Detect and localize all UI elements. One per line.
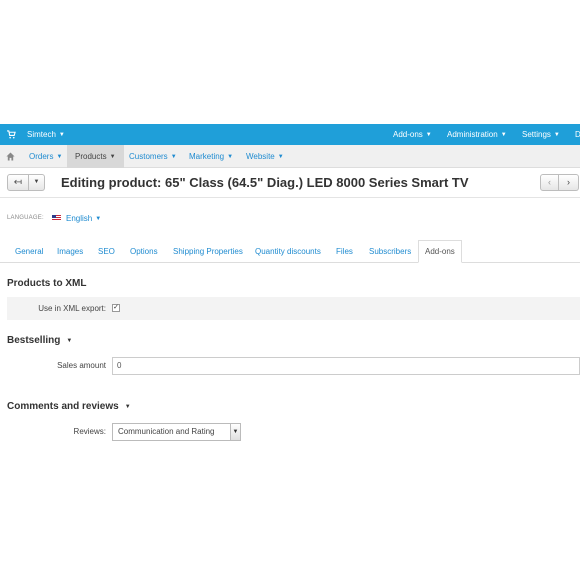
section-bestselling-title: Bestselling — [7, 335, 61, 346]
reviews-row: Reviews: Communication and Rating ▼ — [7, 423, 580, 446]
tab-files[interactable]: Files — [336, 240, 353, 263]
nav-label: Products — [75, 152, 107, 161]
tab-subscribers[interactable]: Subscribers — [369, 240, 411, 263]
nav-customers[interactable]: Customers ▼ — [129, 145, 177, 168]
tab-options[interactable]: Options — [130, 240, 158, 263]
nav-label: Marketing — [189, 152, 225, 161]
cart-icon[interactable] — [7, 130, 16, 139]
chevron-down-icon: ▼ — [227, 154, 234, 160]
nav-label: Customers — [129, 152, 168, 161]
home-icon[interactable] — [6, 152, 15, 161]
back-button[interactable]: ↤ — [7, 174, 29, 191]
chevron-right-icon: › — [567, 177, 570, 187]
menu-administration[interactable]: Administration ▼ — [447, 130, 507, 139]
tab-images[interactable]: Images — [57, 240, 83, 263]
tab-add-ons[interactable]: Add-ons — [418, 240, 462, 263]
chevron-down-icon: ▼ — [33, 179, 40, 185]
menu-label: D — [575, 130, 580, 139]
caret-down-icon: ▼ — [124, 404, 131, 410]
nav-marketing[interactable]: Marketing ▼ — [189, 145, 233, 168]
chevron-down-icon: ▼ — [425, 132, 432, 138]
section-bestselling-toggle[interactable]: Bestselling ▼ — [7, 335, 72, 346]
sales-amount-input[interactable]: 0 — [112, 357, 580, 375]
chevron-down-icon: ▼ — [230, 424, 240, 440]
xml-export-checkbox[interactable]: ✓ — [112, 304, 120, 312]
nav-label: Orders — [29, 152, 54, 161]
language-value: English — [66, 214, 93, 223]
section-products-to-xml-title: Products to XML — [7, 278, 87, 289]
next-product-button[interactable]: › — [559, 174, 579, 191]
chevron-down-icon: ▼ — [553, 132, 560, 138]
sales-amount-label: Sales amount — [57, 361, 106, 370]
arrow-left-icon: ↤ — [13, 177, 23, 188]
tab-general[interactable]: General — [15, 240, 43, 263]
menu-truncated[interactable]: D — [575, 130, 580, 139]
reviews-select[interactable]: Communication and Rating ▼ — [112, 423, 241, 441]
section-comments-toggle[interactable]: Comments and reviews ▼ — [7, 401, 131, 412]
top-bar: Simtech ▼ Add-ons ▼ Administration ▼ Settin… — [0, 124, 580, 145]
chevron-down-icon: ▼ — [56, 154, 63, 160]
product-tabs: General Images SEO Options Shipping Prop… — [0, 240, 580, 263]
sales-amount-row: Sales amount 0 — [7, 357, 580, 380]
xml-export-label: Use in XML export: — [38, 304, 106, 313]
nav-website[interactable]: Website ▼ — [246, 145, 284, 168]
reviews-label: Reviews: — [73, 427, 106, 436]
menu-add-ons[interactable]: Add-ons ▼ — [393, 130, 432, 139]
language-label: LANGUAGE: — [7, 215, 44, 221]
section-comments-title: Comments and reviews — [7, 401, 119, 412]
tab-quantity-discounts[interactable]: Quantity discounts — [255, 240, 321, 263]
caret-down-icon: ▼ — [66, 338, 73, 344]
chevron-left-icon: ‹ — [548, 177, 551, 187]
tab-shipping-properties[interactable]: Shipping Properties — [173, 240, 243, 263]
nav-label: Website — [246, 152, 275, 161]
chevron-down-icon: ▼ — [500, 132, 507, 138]
previous-product-button[interactable]: ‹ — [540, 174, 559, 191]
chevron-down-icon: ▼ — [109, 154, 116, 160]
store-selector[interactable]: Simtech ▼ — [27, 130, 65, 139]
store-name: Simtech — [27, 130, 56, 139]
menu-label: Add-ons — [393, 130, 423, 139]
language-selector[interactable]: English ▼ — [66, 214, 101, 223]
tab-seo[interactable]: SEO — [98, 240, 115, 263]
menu-label: Administration — [447, 130, 498, 139]
nav-orders[interactable]: Orders ▼ — [29, 145, 62, 168]
actions-dropdown-button[interactable]: ▼ — [29, 174, 45, 191]
menu-settings[interactable]: Settings ▼ — [522, 130, 560, 139]
chevron-down-icon: ▼ — [58, 132, 65, 138]
chevron-down-icon: ▼ — [277, 154, 284, 160]
nav-products[interactable]: Products ▼ — [67, 145, 124, 168]
menu-label: Settings — [522, 130, 551, 139]
reviews-selected-value: Communication and Rating — [118, 427, 215, 436]
chevron-down-icon: ▼ — [170, 154, 177, 160]
chevron-down-icon: ▼ — [95, 216, 102, 222]
xml-export-row: Use in XML export: ✓ — [7, 297, 580, 320]
main-nav: Orders ▼ Products ▼ Customers ▼ Marketing ▼ … — [0, 145, 580, 168]
title-bar: ↤ ▼ Editing product: 65" Class (64.5" Di… — [0, 168, 580, 198]
page-title: Editing product: 65" Class (64.5" Diag.)… — [61, 175, 469, 190]
us-flag-icon — [52, 215, 61, 221]
